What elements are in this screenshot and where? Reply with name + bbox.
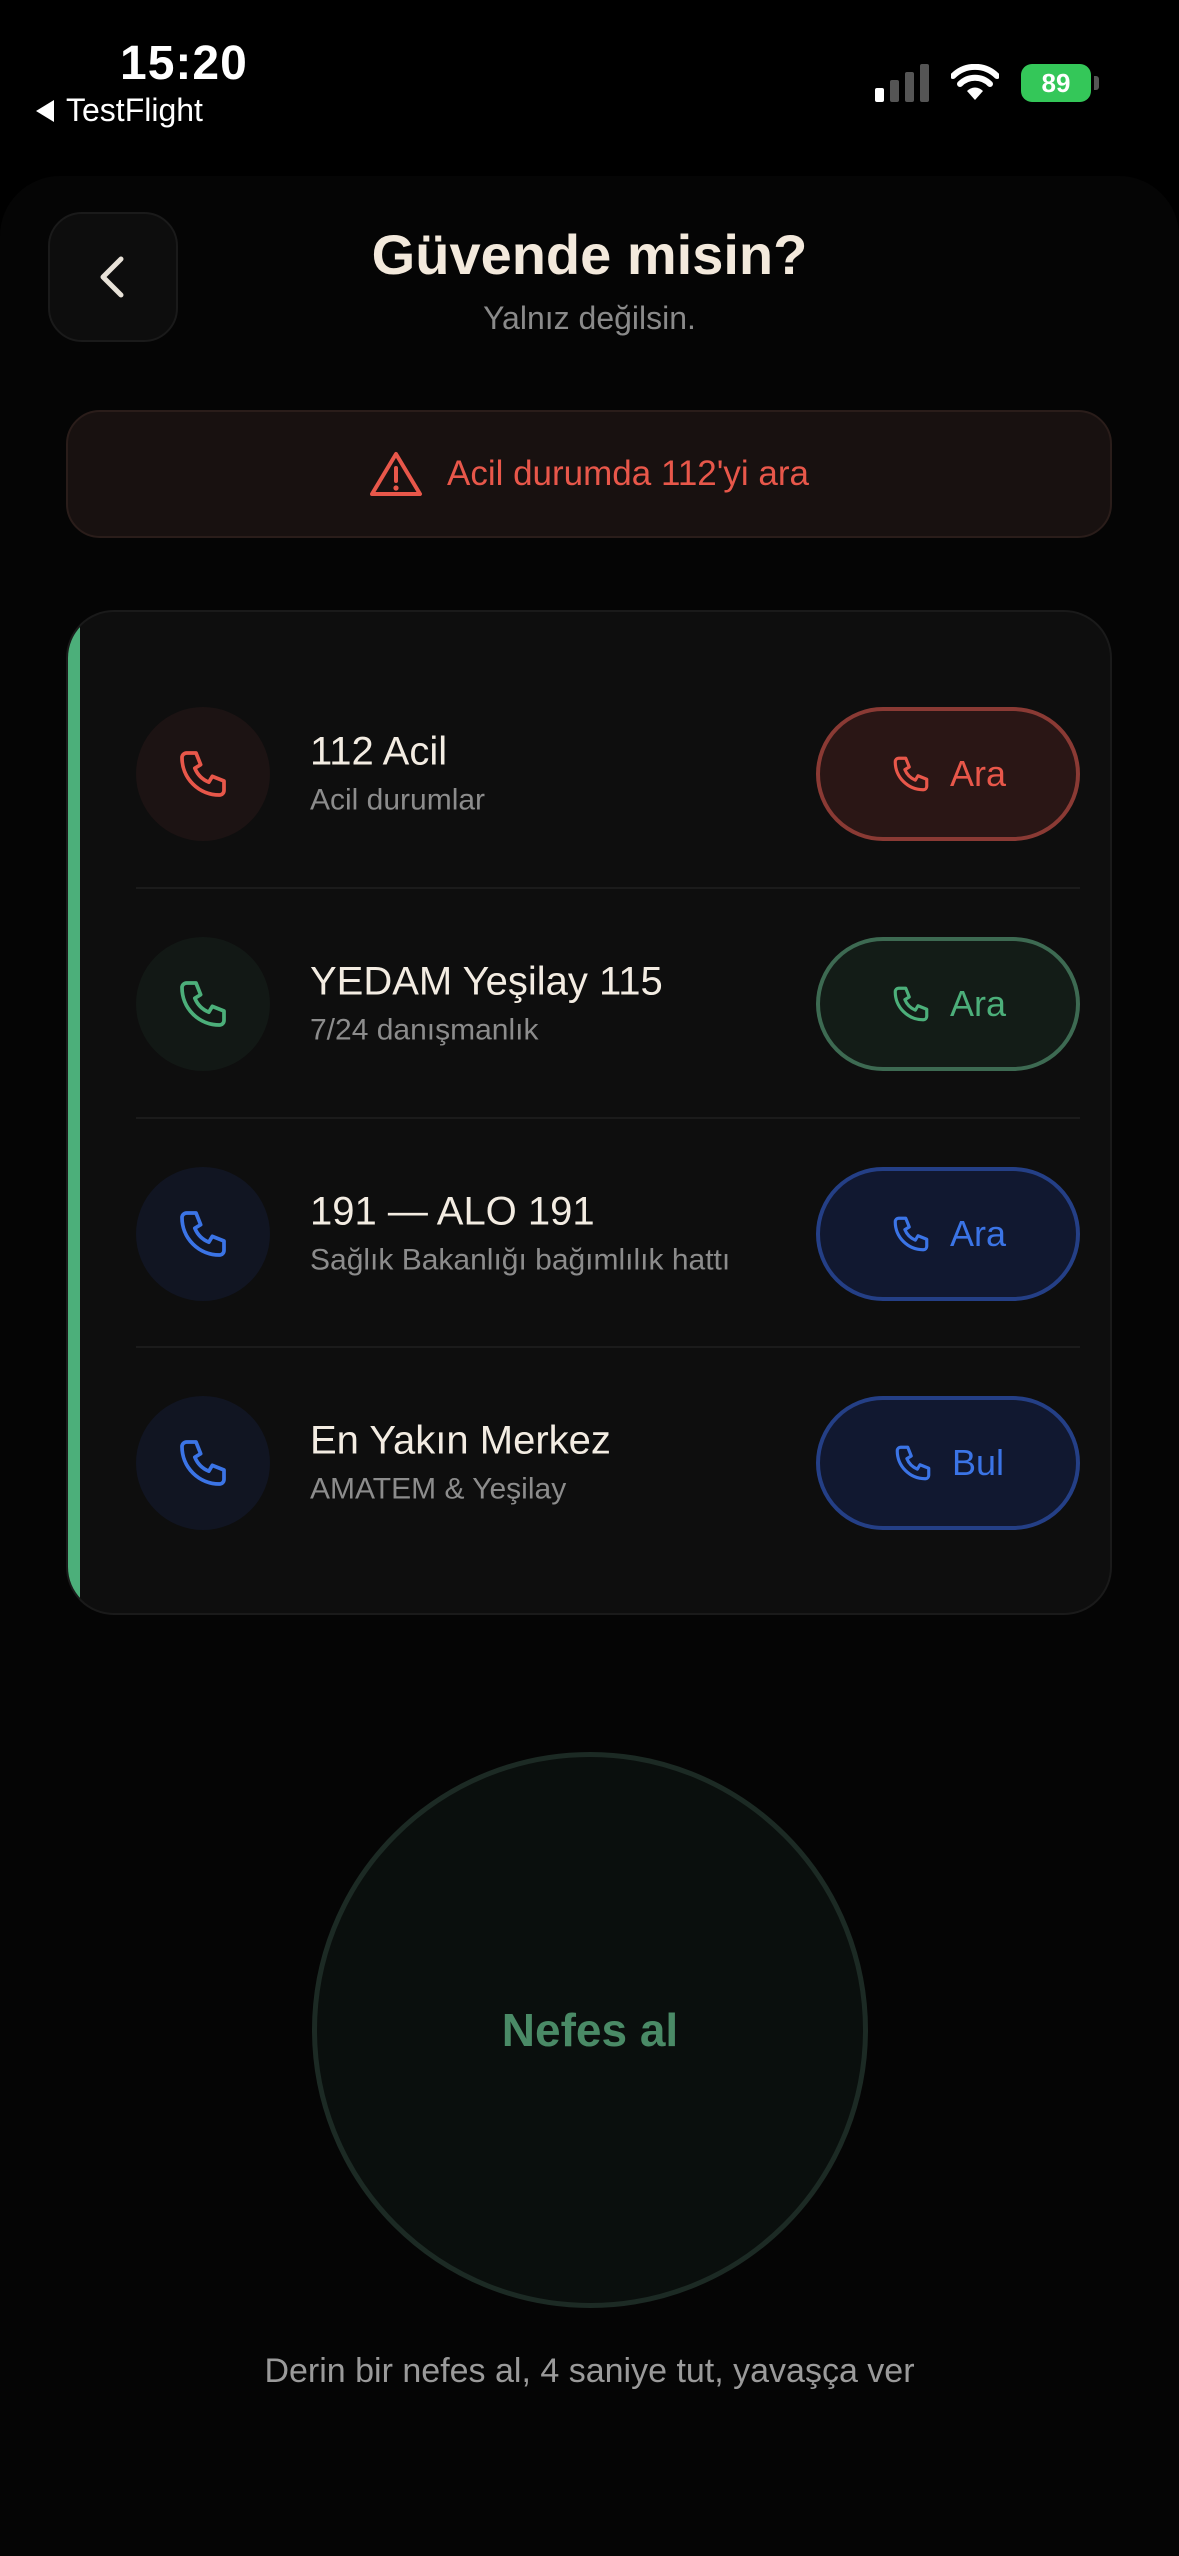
back-to-testflight-link[interactable]: TestFlight xyxy=(36,92,203,129)
phone-icon xyxy=(136,1166,270,1301)
hotline-subtitle: Acil durumlar xyxy=(310,783,486,816)
hotline-subtitle: 7/24 danışmanlık xyxy=(310,1013,539,1046)
page-subtitle: Yalnız değilsin. xyxy=(483,300,696,336)
hotline-row-alo191: 191 — ALO 191 Sağlık Bakanlığı bağımlılı… xyxy=(136,1119,1080,1348)
wifi-icon xyxy=(951,64,999,100)
page-title: Güvende misin? xyxy=(371,223,808,286)
screen: 15:20 TestFlight 89 Güvende misin? Yalnı… xyxy=(0,0,1179,2556)
battery-icon: 89 xyxy=(1021,64,1099,102)
battery-level: 89 xyxy=(1041,67,1071,98)
hotlines-card: 112 Acil Acil durumlar Ara YEDAM Yeşilay… xyxy=(66,610,1112,1615)
phone-icon xyxy=(136,936,270,1071)
call-112-button[interactable]: Ara xyxy=(816,706,1080,841)
call-button-label: Ara xyxy=(949,1212,1007,1254)
status-time: 15:20 xyxy=(120,37,248,90)
card-accent-bar xyxy=(68,612,80,1613)
hotline-title: YEDAM Yeşilay 115 xyxy=(310,959,663,1003)
hotline-subtitle: Sağlık Bakanlığı bağımlılık hattı xyxy=(310,1243,731,1276)
phone-icon xyxy=(893,1216,929,1251)
status-indicators: 89 xyxy=(875,64,1099,102)
phone-icon xyxy=(136,1395,270,1530)
phone-icon xyxy=(136,706,270,841)
back-app-label: TestFlight xyxy=(66,92,203,128)
cellular-signal-icon xyxy=(875,64,929,102)
hotline-row-nearest-center: En Yakın Merkez AMATEM & Yeşilay Bul xyxy=(136,1348,1080,1577)
hotline-subtitle: AMATEM & Yeşilay xyxy=(310,1472,567,1505)
back-arrow-icon xyxy=(36,99,54,122)
breathing-hint: Derin bir nefes al, 4 saniye tut, yavaşç… xyxy=(264,2352,915,2390)
call-button-label: Ara xyxy=(949,982,1007,1024)
call-yedam-button[interactable]: Ara xyxy=(816,936,1080,1071)
hotline-title: 191 — ALO 191 xyxy=(310,1189,595,1233)
emergency-alert-banner[interactable]: Acil durumda 112'yi ara xyxy=(66,410,1112,538)
hotline-title: En Yakın Merkez xyxy=(310,1418,611,1462)
breathing-label: Nefes al xyxy=(501,2004,679,2056)
phone-icon xyxy=(893,756,929,791)
hotline-title: 112 Acil xyxy=(310,729,448,773)
call-alo191-button[interactable]: Ara xyxy=(816,1166,1080,1301)
hotline-row-yedam: YEDAM Yeşilay 115 7/24 danışmanlık Ara xyxy=(136,889,1080,1118)
find-button-label: Bul xyxy=(951,1441,1005,1483)
call-button-label: Ara xyxy=(949,752,1007,794)
phone-icon xyxy=(893,986,929,1021)
find-center-button[interactable]: Bul xyxy=(816,1395,1080,1530)
hotline-row-112: 112 Acil Acil durumlar Ara xyxy=(136,659,1080,888)
alert-text: Acil durumda 112'yi ara xyxy=(446,454,810,493)
phone-icon xyxy=(895,1445,931,1480)
warning-icon xyxy=(369,452,422,496)
breathing-circle-button[interactable]: Nefes al xyxy=(312,1752,868,2308)
